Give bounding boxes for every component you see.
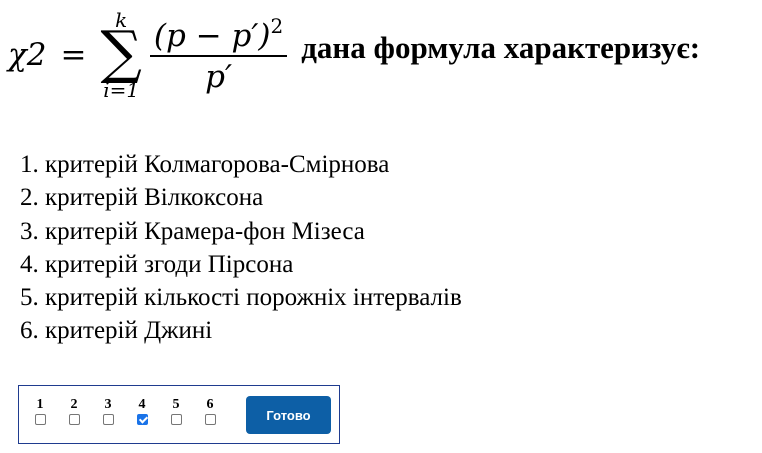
choice-5[interactable]: 5 — [169, 397, 183, 425]
options-list: 1. критерій Колмагорова-Смірнова 2. крит… — [20, 148, 462, 348]
choice-3[interactable]: 3 — [101, 397, 115, 425]
choice-4[interactable]: 4 — [135, 397, 149, 425]
submit-button[interactable]: Готово — [246, 396, 331, 434]
option-item: 4. критерій згоди Пірсона — [20, 250, 294, 278]
choice-label: 1 — [36, 397, 44, 412]
question-header: χ2 = k ∑ i=1 (p − p′)2 p′ дана формула х… — [8, 10, 700, 100]
formula-equals: = — [60, 36, 87, 73]
numerator-base: (p − p′) — [153, 17, 271, 54]
checkbox[interactable] — [102, 414, 114, 425]
sum-lower-limit: i=1 — [103, 77, 140, 102]
checkbox[interactable] — [204, 414, 216, 425]
checkbox[interactable] — [136, 414, 148, 425]
choice-label: 5 — [172, 397, 180, 412]
question-text: дана формула характеризує: — [301, 29, 701, 65]
choice-label: 3 — [104, 397, 112, 412]
checkbox[interactable] — [68, 414, 80, 425]
checkbox[interactable] — [34, 414, 46, 425]
sigma-symbol: ∑ — [100, 18, 142, 86]
choice-6[interactable]: 6 — [203, 397, 217, 425]
chi-square-formula: χ2 = k ∑ i=1 (p − p′)2 p′ — [8, 10, 299, 100]
fraction-numerator: (p − p′)2 — [150, 13, 287, 56]
choice-label: 4 — [138, 397, 146, 412]
summation: k ∑ i=1 — [101, 10, 142, 100]
option-item: 2. критерій Вілкоксона — [20, 184, 264, 212]
choice-2[interactable]: 2 — [67, 397, 81, 425]
option-item: 1. критерій Колмагорова-Смірнова — [20, 151, 390, 178]
formula-lhs: χ2 — [8, 36, 47, 73]
fraction-denominator: p′ — [149, 55, 288, 94]
choice-label: 6 — [206, 397, 214, 412]
option-item: 3. критерій Крамера-фон Мізеса — [20, 217, 365, 245]
numerator-exponent: 2 — [270, 13, 284, 38]
choice-label: 2 — [70, 397, 78, 412]
option-item: 5. критерій кількості порожніх інтервалі… — [20, 284, 462, 312]
option-item: 6. критерій Джині — [20, 317, 213, 345]
checkbox[interactable] — [170, 414, 182, 425]
choice-1[interactable]: 1 — [33, 397, 47, 425]
answer-panel: 1 2 3 4 5 6 Готово — [18, 385, 340, 444]
fraction: (p − p′)2 p′ — [149, 13, 288, 94]
